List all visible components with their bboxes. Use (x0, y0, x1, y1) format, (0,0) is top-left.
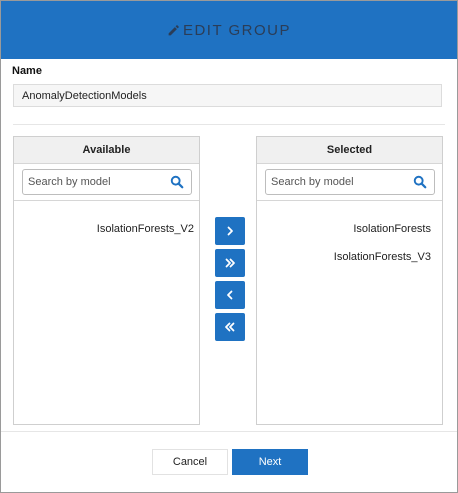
footer-divider (1, 431, 457, 432)
move-all-left-button[interactable] (215, 313, 245, 341)
selected-panel: Selected IsolationForests IsolationFores… (256, 136, 443, 425)
list-item[interactable]: IsolationForests_V3 (334, 251, 431, 263)
chevron-right-icon (227, 226, 233, 236)
list-item[interactable]: IsolationForests_V2 (97, 223, 194, 235)
pencil-icon (168, 24, 179, 35)
name-label: Name (12, 65, 42, 77)
move-selected-right-button[interactable] (215, 217, 245, 245)
search-icon[interactable] (413, 175, 427, 189)
dialog-title: EDIT GROUP (182, 21, 292, 39)
move-all-right-button[interactable] (215, 249, 245, 277)
list-item[interactable]: IsolationForests (353, 223, 431, 235)
available-search-area (14, 164, 199, 201)
selected-search-box (265, 169, 435, 195)
available-search-box (22, 169, 192, 195)
chevron-left-icon (227, 290, 233, 300)
move-selected-left-button[interactable] (215, 281, 245, 309)
available-panel: Available IsolationForests_V2 (13, 136, 200, 425)
group-name-input[interactable] (13, 84, 442, 107)
available-panel-title: Available (14, 137, 199, 164)
section-divider (13, 124, 445, 125)
selected-search-input[interactable] (266, 171, 413, 193)
search-icon[interactable] (170, 175, 184, 189)
selected-panel-title: Selected (257, 137, 442, 164)
cancel-button[interactable]: Cancel (152, 449, 228, 475)
double-chevron-right-icon (225, 258, 235, 268)
selected-search-area (257, 164, 442, 201)
double-chevron-left-icon (225, 322, 235, 332)
dialog-header: EDIT GROUP (1, 1, 457, 59)
available-search-input[interactable] (23, 171, 170, 193)
header-title-group: EDIT GROUP (167, 22, 291, 39)
edit-group-dialog: EDIT GROUP Name Available IsolationFores… (0, 0, 458, 493)
next-button[interactable]: Next (232, 449, 308, 475)
